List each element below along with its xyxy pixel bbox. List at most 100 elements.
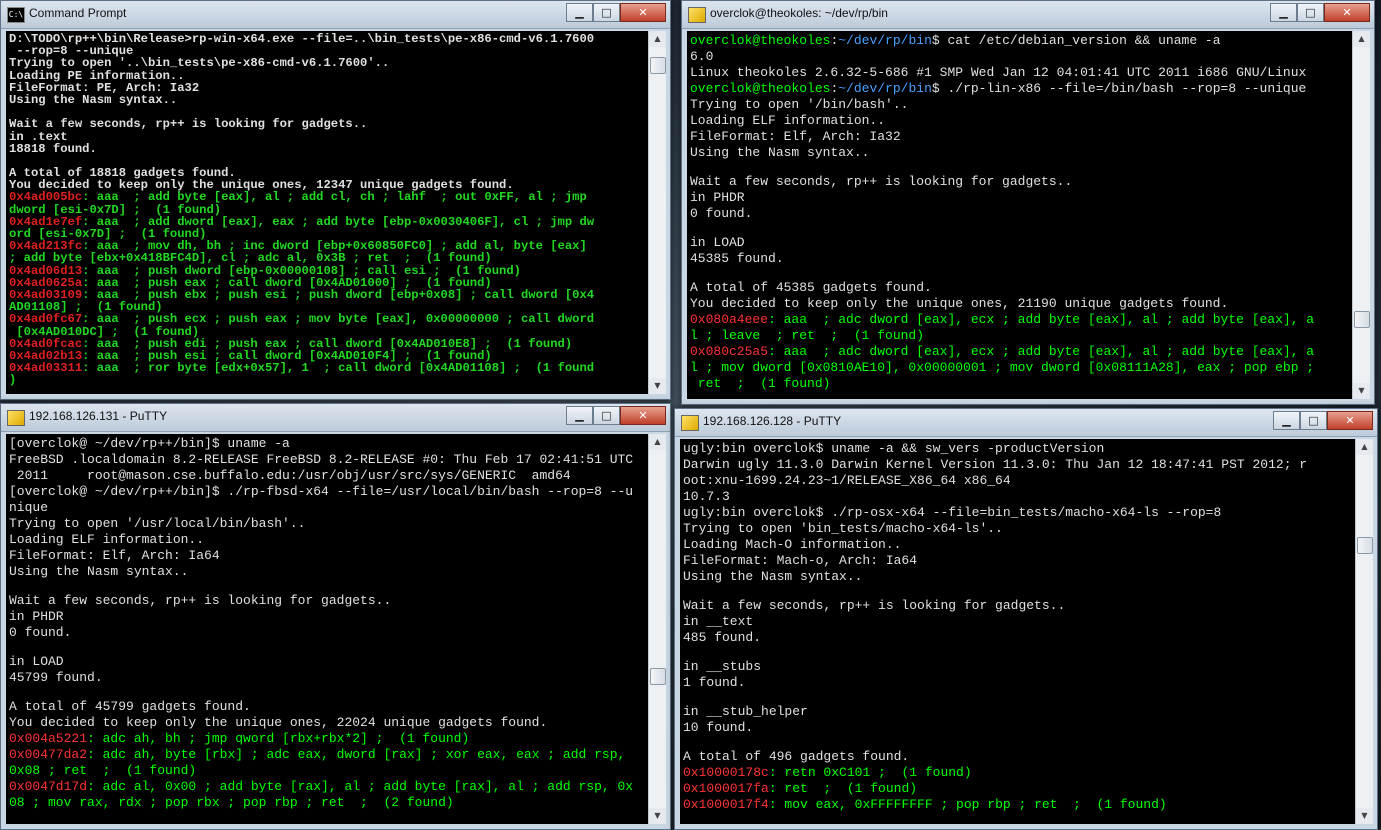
- minimize-button[interactable]: ▁: [566, 3, 593, 22]
- terminal-line: [overclok@ ~/dev/rp++/bin]$ uname -a: [9, 436, 646, 452]
- terminal-line: 0x00477da2: adc ah, byte [rbx] ; adc eax…: [9, 747, 646, 763]
- scroll-up-icon[interactable]: ▲: [649, 31, 666, 47]
- terminal-text-segment: 1 found.: [683, 675, 746, 690]
- maximize-button[interactable]: □: [593, 406, 620, 425]
- close-button[interactable]: ✕: [1324, 3, 1370, 22]
- terminal-line: Loading Mach-O information..: [683, 537, 1353, 553]
- putty-icon: [681, 415, 699, 431]
- terminal-line: Using the Nasm syntax..: [9, 564, 646, 580]
- osx-putty-window[interactable]: 192.168.126.128 - PuTTY ▁ □ ✕ ugly:bin o…: [674, 408, 1378, 830]
- terminal-line: Trying to open '/bin/bash'..: [690, 97, 1350, 113]
- minimize-button[interactable]: ▁: [566, 406, 593, 425]
- terminal-line: 0x080c25a5: aaa ; adc dword [eax], ecx ;…: [690, 344, 1350, 360]
- title-bar[interactable]: overclok@theokoles: ~/dev/rp/bin ▁ □ ✕: [682, 1, 1374, 29]
- terminal-text-segment: 08 ; mov rax, rdx ; pop rbx ; pop rbp ; …: [9, 795, 454, 810]
- terminal-line: 10 found.: [683, 720, 1353, 736]
- terminal-output[interactable]: ugly:bin overclok$ uname -a && sw_vers -…: [680, 439, 1355, 824]
- terminal-text-segment: in __text: [683, 614, 754, 629]
- close-button[interactable]: ✕: [1327, 411, 1373, 430]
- scroll-down-icon[interactable]: ▼: [1356, 808, 1373, 824]
- terminal-line: 0x0047d17d: adc al, 0x00 ; add byte [rax…: [9, 779, 646, 795]
- scroll-up-icon[interactable]: ▲: [649, 434, 666, 450]
- scroll-thumb[interactable]: [650, 668, 666, 685]
- terminal-text-segment: 2011 root@mason.cse.buffalo.edu:/usr/obj…: [9, 468, 571, 483]
- minimize-button[interactable]: ▁: [1273, 411, 1300, 430]
- scroll-thumb[interactable]: [650, 57, 666, 74]
- terminal-text-segment: : mov eax, 0xFFFFFFFF ; pop rbp ; ret ; …: [768, 797, 1167, 812]
- terminal-text-segment: : aaa ; adc dword [eax], ecx ; add byte …: [768, 344, 1315, 359]
- terminal-line: ): [9, 374, 646, 386]
- terminal-text-segment: in LOAD: [690, 235, 745, 250]
- terminal-line: 485 found.: [683, 630, 1353, 646]
- terminal-line: l ; mov dword [0x0810AE10], 0x00000001 ;…: [690, 360, 1350, 376]
- terminal-text-segment: Darwin ugly 11.3.0 Darwin Kernel Version…: [683, 457, 1308, 472]
- terminal-text-segment: $ ./rp-lin-x86 --file=/bin/bash --rop=8 …: [931, 81, 1307, 96]
- terminal-line: in LOAD: [690, 235, 1350, 251]
- command-prompt-window[interactable]: C:\ Command Prompt ▁ □ ✕ D:\TODO\rp++\bi…: [0, 0, 671, 400]
- terminal-text-segment: FileFormat: Elf, Arch: Ia32: [690, 129, 901, 144]
- linux-terminal-window[interactable]: overclok@theokoles: ~/dev/rp/bin ▁ □ ✕ o…: [681, 0, 1375, 405]
- terminal-line: in LOAD: [9, 654, 646, 670]
- terminal-line: in __stub_helper: [683, 704, 1353, 720]
- vertical-scrollbar[interactable]: ▲ ▼: [1352, 31, 1370, 399]
- scroll-down-icon[interactable]: ▼: [649, 378, 666, 394]
- terminal-text-segment: Linux theokoles 2.6.32-5-686 #1 SMP Wed …: [690, 65, 1307, 80]
- vertical-scrollbar[interactable]: ▲ ▼: [648, 31, 666, 394]
- terminal-line: overclok@theokoles:~/dev/rp/bin$ ./rp-li…: [690, 81, 1350, 97]
- terminal-line: FreeBSD .localdomain 8.2-RELEASE FreeBSD…: [9, 452, 646, 468]
- close-button[interactable]: ✕: [620, 3, 666, 22]
- terminal-text-segment: l ; leave ; ret ; (1 found): [690, 328, 925, 343]
- terminal-text-segment: Using the Nasm syntax..: [683, 569, 863, 584]
- minimize-button[interactable]: ▁: [1270, 3, 1297, 22]
- terminal-text-segment: : adc al, 0x00 ; add byte [rax], al ; ad…: [87, 779, 634, 794]
- terminal-line: [overclok@ ~/dev/rp++/bin]$ ./rp-fbsd-x6…: [9, 484, 646, 500]
- terminal-text-segment: 0x080a4eee: [690, 312, 769, 327]
- terminal-text-segment: : retn 0xC101 ; (1 found): [768, 765, 972, 780]
- terminal-text-segment: Using the Nasm syntax..: [9, 92, 178, 107]
- terminal-text-segment: Trying to open '/usr/local/bin/bash'..: [9, 516, 306, 531]
- scroll-down-icon[interactable]: ▼: [1353, 383, 1370, 399]
- terminal-text-segment: : adc ah, bh ; jmp qword [rbx+rbx*2] ; (…: [87, 731, 470, 746]
- terminal-text-segment: l ; mov dword [0x0810AE10], 0x00000001 ;…: [690, 360, 1315, 375]
- terminal-text-segment: 0x08 ; ret ; (1 found): [9, 763, 197, 778]
- freebsd-putty-window[interactable]: 192.168.126.131 - PuTTY ▁ □ ✕ [overclok@…: [0, 403, 671, 830]
- putty-icon: [7, 410, 25, 426]
- close-button[interactable]: ✕: [620, 406, 666, 425]
- terminal-line: Darwin ugly 11.3.0 Darwin Kernel Version…: [683, 457, 1353, 473]
- scroll-up-icon[interactable]: ▲: [1353, 31, 1370, 47]
- terminal-text-segment: : ret ; (1 found): [768, 781, 918, 796]
- scroll-up-icon[interactable]: ▲: [1356, 439, 1373, 455]
- maximize-button[interactable]: □: [593, 3, 620, 22]
- scroll-down-icon[interactable]: ▼: [649, 808, 666, 824]
- terminal-line: ugly:bin overclok$ uname -a && sw_vers -…: [683, 441, 1353, 457]
- maximize-button[interactable]: □: [1297, 3, 1324, 22]
- terminal-output[interactable]: overclok@theokoles:~/dev/rp/bin$ cat /et…: [687, 31, 1352, 399]
- maximize-button[interactable]: □: [1300, 411, 1327, 430]
- terminal-line: Using the Nasm syntax..: [9, 94, 646, 106]
- terminal-text-segment: A total of 496 gadgets found.: [683, 749, 910, 764]
- terminal-line: in .text: [9, 130, 646, 143]
- terminal-text-segment: : adc ah, byte [rbx] ; adc eax, dword [r…: [87, 747, 626, 762]
- terminal-text-segment: ~/dev/rp/bin: [838, 33, 932, 48]
- terminal-output[interactable]: D:\TODO\rp++\bin\Release>rp-win-x64.exe …: [6, 31, 648, 394]
- window-title: 192.168.126.131 - PuTTY: [29, 409, 168, 423]
- title-bar[interactable]: C:\ Command Prompt ▁ □ ✕: [1, 1, 670, 29]
- title-bar[interactable]: 192.168.126.128 - PuTTY ▁ □ ✕: [675, 409, 1377, 437]
- terminal-text-segment: 10 found.: [683, 720, 754, 735]
- vertical-scrollbar[interactable]: ▲ ▼: [1355, 439, 1373, 824]
- terminal-line: in __stubs: [683, 659, 1353, 675]
- terminal-text-segment: You decided to keep only the unique ones…: [690, 296, 1229, 311]
- scroll-thumb[interactable]: [1354, 311, 1370, 328]
- terminal-output[interactable]: [overclok@ ~/dev/rp++/bin]$ uname -a Free…: [6, 434, 648, 824]
- terminal-line: Trying to open 'bin_tests/macho-x64-ls'.…: [683, 521, 1353, 537]
- scroll-thumb[interactable]: [1357, 537, 1373, 554]
- terminal-line: 0x004a5221: adc ah, bh ; jmp qword [rbx+…: [9, 731, 646, 747]
- terminal-text-segment: Wait a few seconds, rp++ is looking for …: [9, 593, 392, 608]
- terminal-text-segment: FileFormat: Elf, Arch: Ia64: [9, 548, 220, 563]
- terminal-line: oot:xnu-1699.24.23~1/RELEASE_X86_64 x86_…: [683, 473, 1353, 489]
- vertical-scrollbar[interactable]: ▲ ▼: [648, 434, 666, 824]
- title-bar[interactable]: 192.168.126.131 - PuTTY ▁ □ ✕: [1, 404, 670, 432]
- terminal-text-segment: A total of 45385 gadgets found.: [690, 280, 932, 295]
